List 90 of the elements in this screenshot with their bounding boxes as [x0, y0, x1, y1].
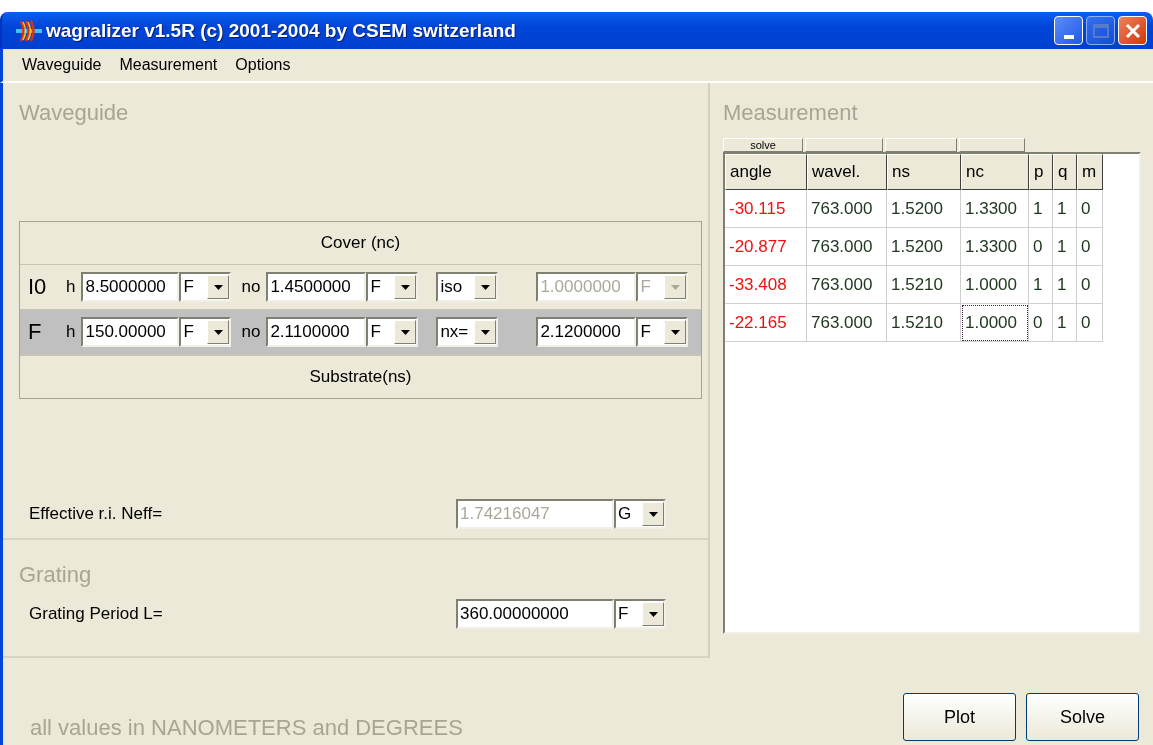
column-header-button[interactable]: solve [723, 138, 803, 152]
menu-item[interactable]: Measurement [119, 56, 218, 74]
mode-dropdown[interactable]: F [366, 272, 419, 302]
table-cell[interactable]: 1.5210 [887, 266, 961, 304]
table-cell[interactable]: 1.0000 [961, 266, 1029, 304]
layer-label: F [28, 319, 43, 345]
input-field[interactable]: 8.5000000 [81, 272, 180, 302]
window-title: wagralizer v1.5R (c) 2001-2004 by CSEM switzerland [46, 19, 516, 42]
input-field[interactable]: 2.1100000 [266, 317, 367, 347]
period-field[interactable]: 360.00000000 [456, 599, 614, 629]
type-dropdown[interactable]: iso [436, 272, 499, 302]
field-label: h [66, 322, 76, 342]
table-cell[interactable]: 1 [1053, 304, 1077, 342]
table-cell[interactable]: 1.0000 [961, 304, 1029, 342]
mode-dropdown[interactable]: F [636, 317, 689, 347]
mode-dropdown[interactable]: F [179, 272, 232, 302]
menu-item[interactable]: Waveguide [22, 56, 102, 74]
table-cell[interactable]: 1.3300 [961, 228, 1029, 266]
table-cell[interactable]: 0 [1077, 304, 1103, 342]
table-cell[interactable]: -20.877 [725, 228, 807, 266]
table-cell[interactable]: 1 [1053, 228, 1077, 266]
caret-icon [400, 329, 410, 335]
table-cell[interactable]: 1 [1053, 190, 1077, 228]
field-label: Grating Period L= [29, 604, 164, 624]
caret-icon [670, 329, 680, 335]
table-cell[interactable]: 763.000 [807, 266, 887, 304]
mode-dropdown[interactable]: F [179, 317, 232, 347]
action-button[interactable]: Solve [1026, 693, 1139, 741]
app-icon [16, 18, 42, 43]
table-cell[interactable]: -33.408 [725, 266, 807, 304]
action-button[interactable]: Plot [903, 693, 1016, 741]
input-field[interactable]: 150.00000 [81, 317, 180, 347]
input-field[interactable]: 2.1200000 [536, 317, 637, 347]
close-icon [1123, 21, 1142, 40]
table-cell[interactable]: 0 [1077, 266, 1103, 304]
table-cell[interactable]: 0 [1077, 190, 1103, 228]
table-cell[interactable]: 1.5200 [887, 190, 961, 228]
mode-dropdown[interactable]: F [366, 317, 419, 347]
layer-row[interactable]: F h 150.00000 F no 2.1100000 F nx= 2.1200000 F [20, 310, 701, 355]
input-field[interactable]: 1.4500000 [266, 272, 367, 302]
caret-icon [648, 611, 658, 617]
table-cell[interactable]: 1 [1029, 190, 1053, 228]
column-header-button[interactable] [805, 138, 883, 152]
table-cell[interactable]: 763.000 [807, 304, 887, 342]
cover-label: Cover (nc) [20, 222, 701, 265]
caret-icon [480, 329, 490, 335]
menu-item[interactable]: Options [235, 56, 291, 74]
table-cell[interactable]: 1 [1053, 266, 1077, 304]
column-header[interactable]: m [1077, 154, 1103, 190]
field-label: no [241, 322, 261, 342]
mode-dropdown[interactable]: F [614, 599, 666, 629]
column-header[interactable]: q [1053, 154, 1077, 190]
table-cell[interactable]: 1.3300 [961, 190, 1029, 228]
column-header-button[interactable] [885, 138, 957, 152]
column-header[interactable]: p [1029, 154, 1053, 190]
caret-icon [213, 329, 223, 335]
units-note: all values in NANOMETERS and DEGREES [30, 715, 463, 742]
maximize-button[interactable] [1086, 16, 1115, 45]
minimize-button[interactable] [1054, 16, 1083, 45]
table-cell[interactable]: 0 [1029, 228, 1053, 266]
caret-icon [480, 284, 490, 290]
table-cell[interactable]: 763.000 [807, 228, 887, 266]
table-cell[interactable]: 1.5210 [887, 304, 961, 342]
table-cell[interactable]: -30.115 [725, 190, 807, 228]
layer-row[interactable]: I0 h 8.5000000 F no 1.4500000 F iso 1.0000000 F [20, 265, 701, 310]
caret-icon [648, 511, 658, 517]
column-header[interactable]: wavel. [807, 154, 887, 190]
caret-icon [400, 284, 410, 290]
close-button[interactable] [1118, 16, 1147, 45]
table-cell[interactable]: 1 [1029, 266, 1053, 304]
column-header[interactable]: nc [961, 154, 1029, 190]
table-cell[interactable]: 1.5200 [887, 228, 961, 266]
caret-icon [670, 284, 680, 290]
column-header[interactable]: angle [725, 154, 807, 190]
section-title: Grating [19, 561, 93, 586]
type-dropdown[interactable]: nx= [436, 317, 499, 347]
caret-icon [213, 284, 223, 290]
field-label: Effective r.i. Neff= [29, 504, 164, 524]
table-cell[interactable]: 763.000 [807, 190, 887, 228]
section-title: Measurement [723, 99, 859, 127]
table-cell[interactable]: -22.165 [725, 304, 807, 342]
field-label: no [241, 277, 261, 297]
layer-label: I0 [28, 274, 48, 300]
field-label: h [66, 277, 76, 297]
table-cell[interactable]: 0 [1029, 304, 1053, 342]
column-header[interactable]: ns [887, 154, 961, 190]
table-cell[interactable]: 0 [1077, 228, 1103, 266]
section-title: Waveguide [19, 99, 130, 127]
column-header-button[interactable] [959, 138, 1025, 152]
substrate-label: Substrate(ns) [20, 355, 701, 398]
